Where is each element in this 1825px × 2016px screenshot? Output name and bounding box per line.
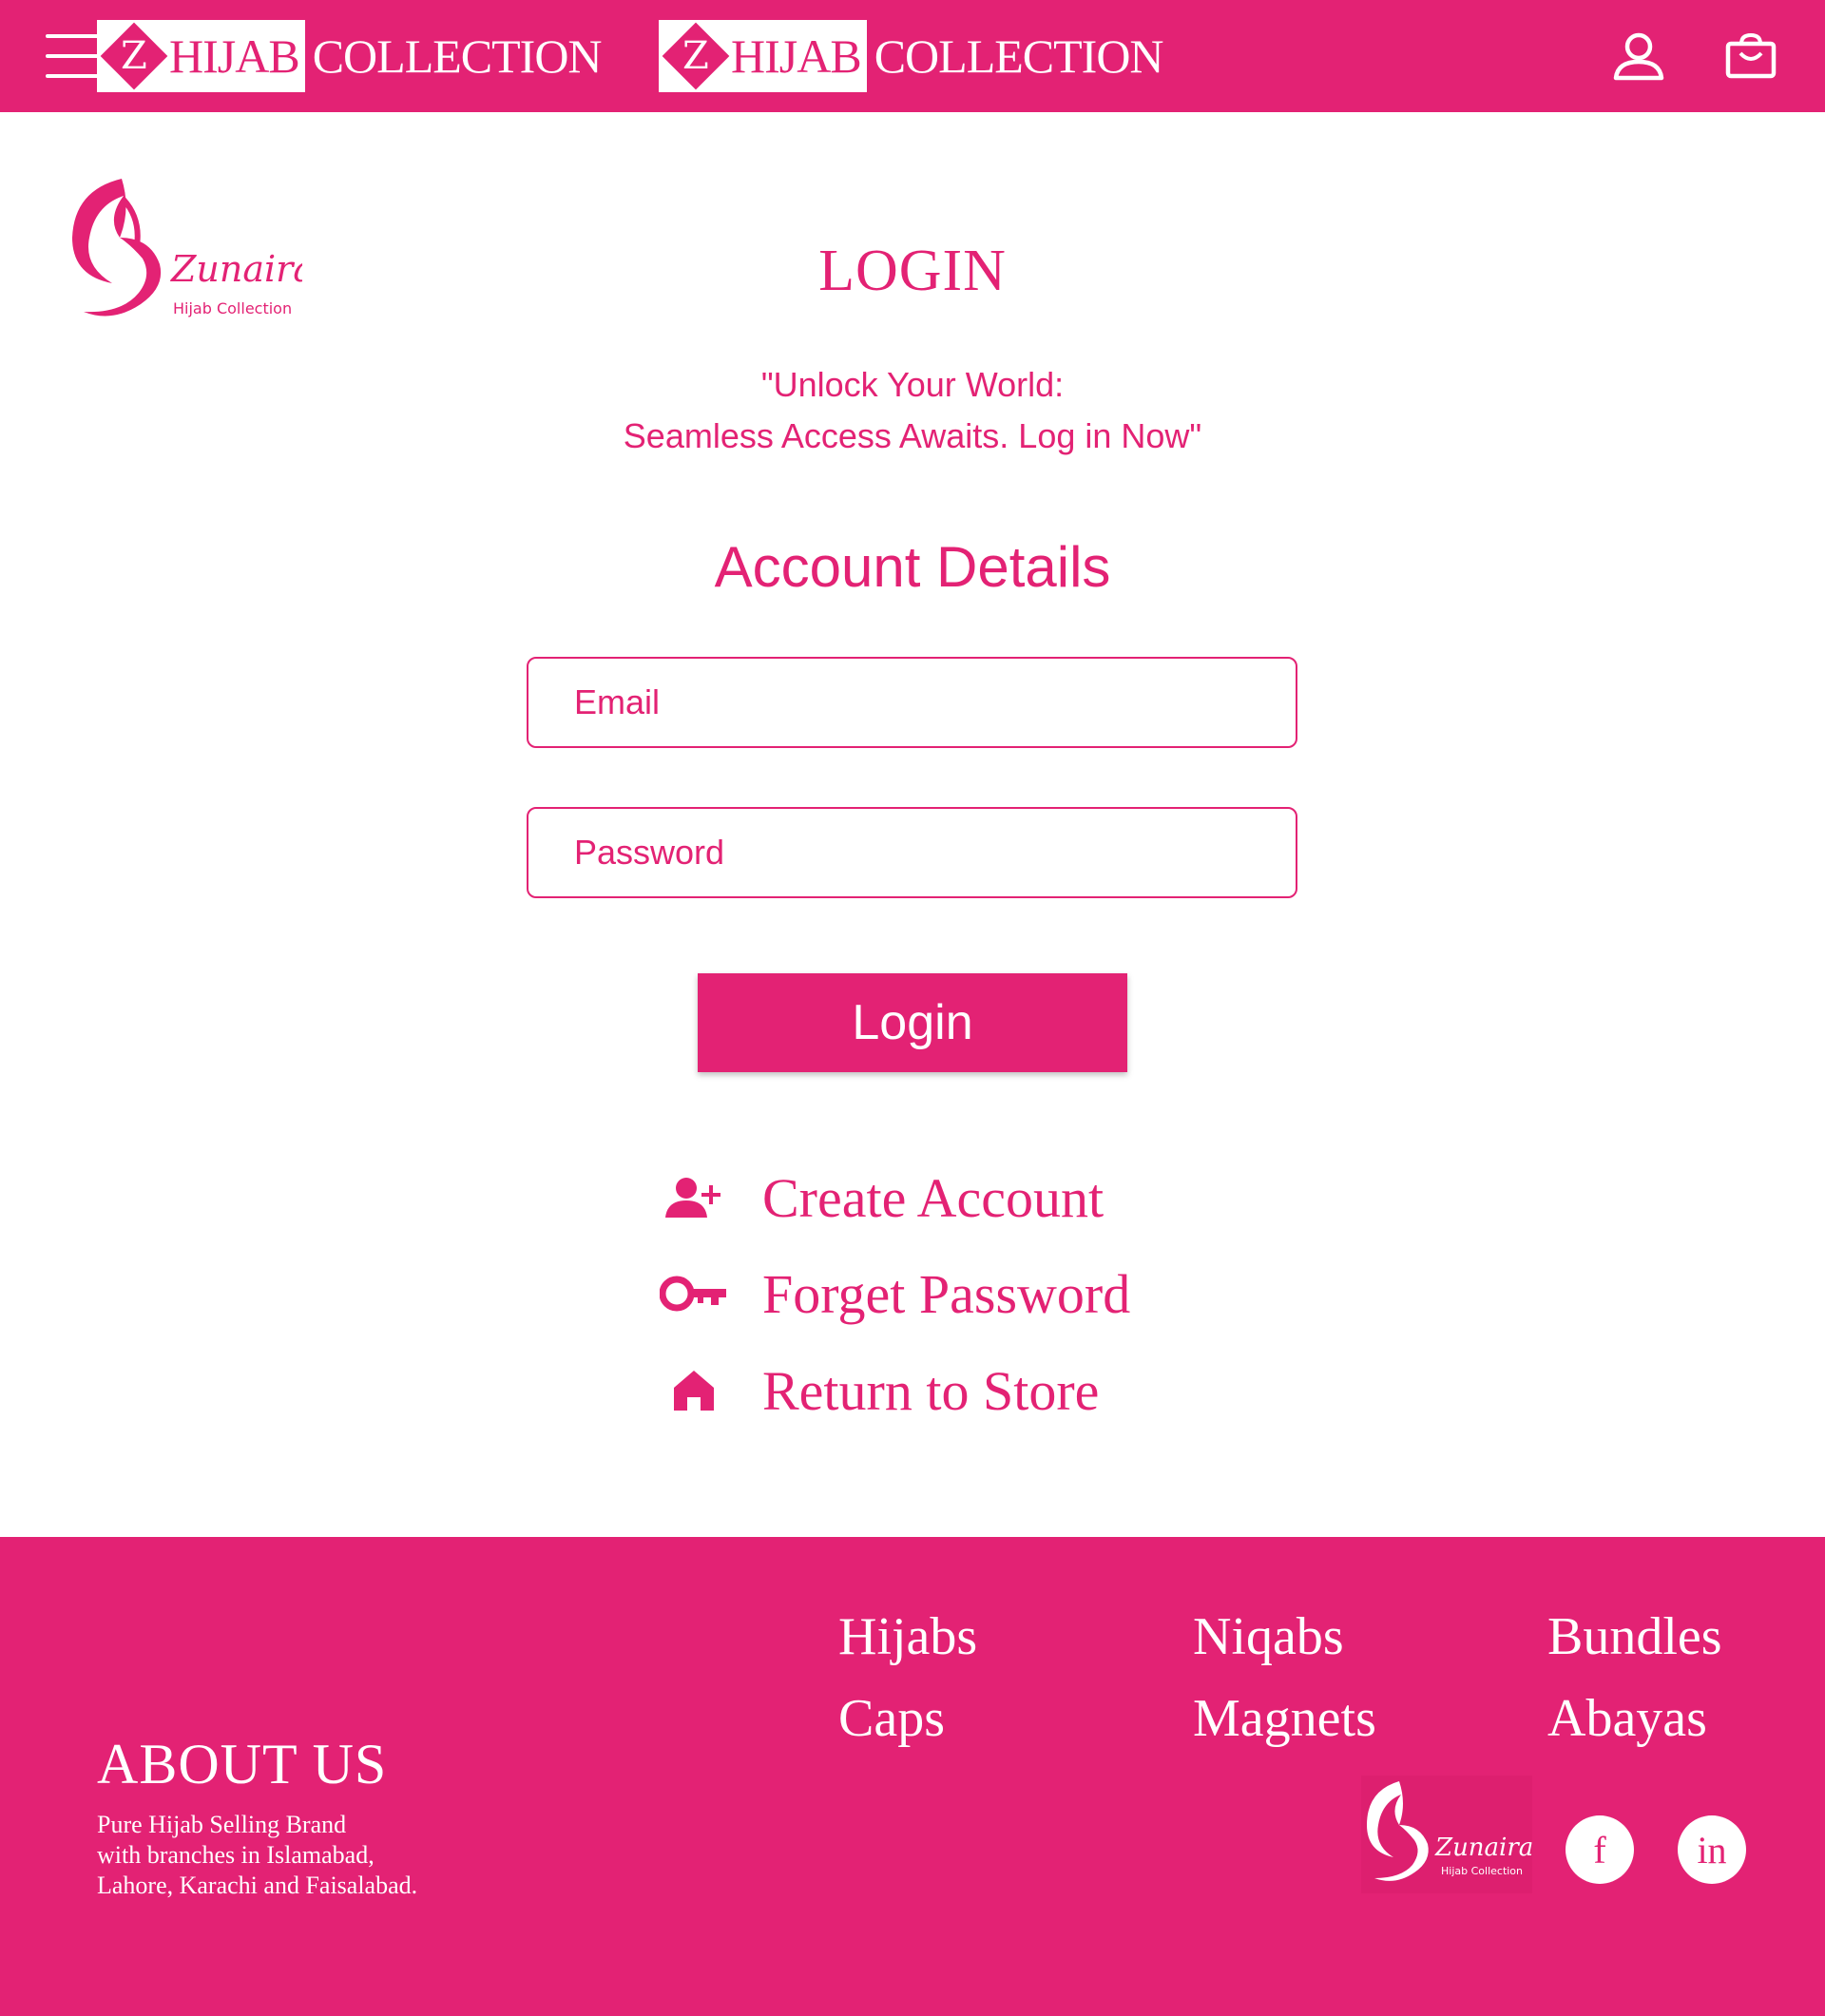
footer-link-bundles[interactable]: Bundles [1547,1606,1722,1667]
return-to-store-link[interactable]: Return to Store [646,1353,1099,1429]
about-us-text: Pure Hijab Selling Brand with branches i… [97,1810,496,1901]
about-line-1: Pure Hijab Selling Brand [97,1811,347,1838]
footer-brand-hijab-text: HIJAB [169,29,300,83]
tagline-line-1: "Unlock Your World: [760,365,1065,404]
user-plus-icon [665,1178,720,1218]
email-input[interactable] [527,657,1297,748]
page-title: LOGIN [818,239,1007,303]
footer-brand-collection-text: COLLECTION [312,29,603,83]
brand-collection-text: COLLECTION [874,29,1164,83]
brand-hijab-text: HIJAB [731,29,862,83]
tagline-line-2: Seamless Access Awaits. Log in Now" [623,416,1202,455]
return-to-store-label: Return to Store [762,1359,1100,1422]
facebook-icon[interactable]: f [1566,1815,1634,1884]
key-icon [660,1276,726,1312]
linkedin-icon[interactable]: in [1678,1815,1746,1884]
forget-password-link[interactable]: Forget Password [646,1256,1130,1332]
footer-brand-diamond-icon: Z [100,22,168,90]
brand-box: Z HIJAB [659,20,867,92]
create-account-label: Create Account [762,1166,1105,1229]
footer-link-hijabs[interactable]: Hijabs [838,1606,977,1667]
svg-text:Zunaira: Zunaira [1434,1834,1532,1862]
login-button[interactable]: Login [698,973,1127,1072]
svg-text:Hijab Collection: Hijab Collection [1441,1865,1523,1877]
footer-link-caps[interactable]: Caps [838,1688,945,1749]
footer-link-abayas[interactable]: Abayas [1547,1688,1707,1749]
home-icon [674,1371,714,1411]
footer-brand-logo[interactable]: Z HIJAB COLLECTION [97,0,603,112]
shopping-bag-icon[interactable] [1724,32,1777,80]
brand-diamond-icon: Z [662,22,730,90]
footer-link-niqabs[interactable]: Niqabs [1193,1606,1344,1667]
about-line-3: Lahore, Karachi and Faisalabad. [97,1872,418,1899]
tagline: "Unlock Your World: Seamless Access Awai… [0,359,1825,462]
footer-brand-box: Z HIJAB [97,20,305,92]
forget-password-label: Forget Password [762,1262,1131,1325]
account-details-heading: Account Details [714,535,1111,599]
about-line-2: with branches in Islamabad, [97,1841,375,1869]
password-input[interactable] [527,807,1297,898]
user-icon[interactable] [1612,32,1665,82]
header-brand-logo[interactable]: Z HIJAB COLLECTION [659,0,1164,112]
footer-zunaira-logo: Zunaira Hijab Collection [1361,1776,1532,1893]
create-account-link[interactable]: Create Account [646,1160,1104,1236]
footer-link-magnets[interactable]: Magnets [1193,1688,1376,1749]
about-us-heading: ABOUT US [97,1733,388,1795]
